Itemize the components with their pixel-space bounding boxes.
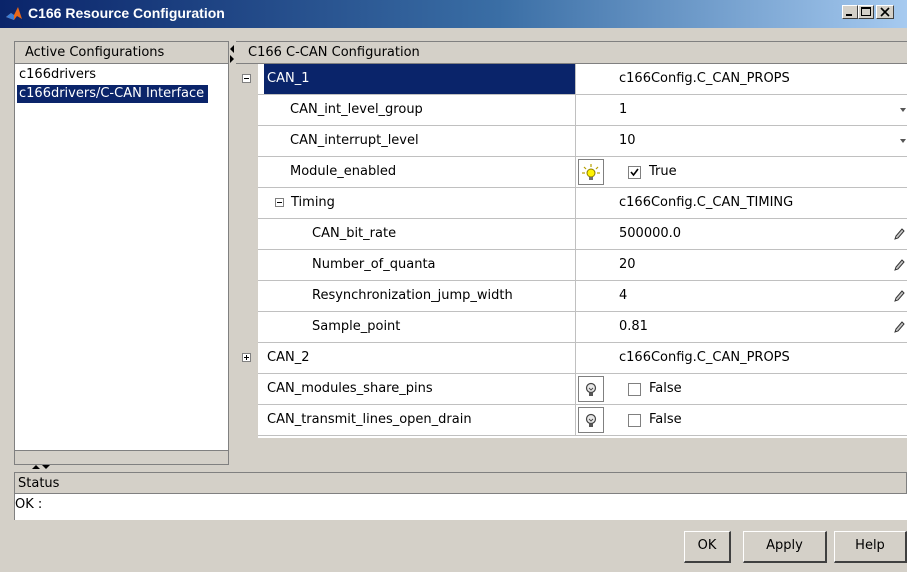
horizontal-splitter[interactable] — [14, 465, 907, 472]
config-item-c-can-interface[interactable]: c166drivers/C-CAN Interface — [17, 85, 209, 103]
config-item-c166drivers[interactable]: c166drivers — [17, 66, 100, 84]
matlab-logo-icon — [6, 7, 22, 20]
property-name: CAN_transmit_lines_open_drain — [267, 412, 472, 427]
title-bar[interactable]: C166 Resource Configuration — [0, 0, 907, 28]
property-name: Module_enabled — [290, 164, 397, 179]
config-item-label: c166drivers/C-CAN Interface — [19, 86, 205, 101]
property-name: Number_of_quanta — [312, 257, 436, 272]
property-row-can-1[interactable]: CAN_1 c166Config.C_CAN_PROPS — [242, 64, 907, 95]
checkmark-icon — [630, 168, 639, 177]
property-value: 1 — [619, 102, 628, 117]
property-value: c166Config.C_CAN_PROPS — [619, 71, 790, 86]
active-configurations-title: Active Configurations — [25, 45, 165, 60]
apply-button[interactable]: Apply — [743, 531, 827, 563]
property-grid: CAN_1 c166Config.C_CAN_PROPS CAN_int_lev… — [242, 64, 907, 438]
lightbulb-on-icon — [582, 164, 600, 180]
property-name: Timing — [291, 195, 335, 210]
maximize-icon — [861, 7, 871, 16]
grid-footer — [236, 438, 907, 465]
close-button[interactable] — [876, 5, 894, 19]
configuration-header: C166 C-CAN Configuration — [236, 42, 907, 64]
close-icon — [880, 7, 890, 17]
property-name: CAN_2 — [267, 350, 310, 365]
property-value: 20 — [619, 257, 636, 272]
collapse-can-1-icon[interactable] — [242, 74, 251, 83]
property-row-can-transmit-lines-open-drain[interactable]: CAN_transmit_lines_open_drain False — [258, 405, 907, 436]
lightbulb-off-icon — [585, 413, 597, 427]
collapse-timing-icon[interactable] — [275, 198, 284, 207]
status-text: OK : — [15, 497, 43, 512]
pencil-icon[interactable] — [893, 258, 905, 272]
property-row-can-modules-share-pins[interactable]: CAN_modules_share_pins False — [258, 374, 907, 405]
property-row-can-int-level-group[interactable]: CAN_int_level_group 1 — [258, 95, 907, 126]
property-row-sample-point[interactable]: Sample_point 0.81 — [258, 312, 907, 343]
property-row-can-bit-rate[interactable]: CAN_bit_rate 500000.0 — [258, 219, 907, 250]
property-name: CAN_interrupt_level — [290, 133, 419, 148]
dropdown-arrow-icon[interactable] — [900, 139, 906, 143]
can-modules-share-pins-checkbox[interactable] — [628, 383, 641, 396]
property-row-module-enabled[interactable]: Module_enabled True — [258, 157, 907, 188]
pencil-icon[interactable] — [893, 227, 905, 241]
property-row-can-interrupt-level[interactable]: CAN_interrupt_level 10 — [258, 126, 907, 157]
property-value: c166Config.C_CAN_TIMING — [619, 195, 794, 210]
status-title: Status — [18, 476, 60, 491]
status-area: OK : — [14, 494, 907, 520]
property-value: c166Config.C_CAN_PROPS — [619, 350, 790, 365]
active-configurations-header: Active Configurations — [15, 42, 228, 64]
property-name: CAN_1 — [267, 71, 310, 86]
configuration-title: C166 C-CAN Configuration — [248, 45, 420, 60]
property-value: False — [649, 412, 682, 427]
config-item-label: c166drivers — [19, 67, 96, 82]
configuration-panel: C166 C-CAN Configuration CAN_1 c166Confi… — [236, 41, 907, 465]
horizontal-scrollbar[interactable] — [15, 450, 228, 464]
property-name: Sample_point — [312, 319, 401, 334]
property-row-can-2[interactable]: CAN_2 c166Config.C_CAN_PROPS — [242, 343, 907, 374]
dropdown-arrow-icon[interactable] — [900, 108, 906, 112]
splitter-arrows-icon — [32, 465, 50, 469]
property-value: True — [649, 164, 677, 179]
module-enabled-checkbox[interactable] — [628, 166, 641, 179]
property-value: 0.81 — [619, 319, 648, 334]
ok-button[interactable]: OK — [684, 531, 731, 563]
minimize-icon — [846, 14, 852, 16]
maximize-button[interactable] — [858, 5, 874, 19]
expand-can-2-icon[interactable] — [242, 353, 251, 362]
can-transmit-lines-open-drain-checkbox[interactable] — [628, 414, 641, 427]
property-value: 10 — [619, 133, 636, 148]
property-row-number-of-quanta[interactable]: Number_of_quanta 20 — [258, 250, 907, 281]
property-name: CAN_modules_share_pins — [267, 381, 433, 396]
property-value: 500000.0 — [619, 226, 682, 241]
status-header: Status — [14, 472, 907, 494]
pencil-icon[interactable] — [893, 289, 905, 303]
splitter-arrows-icon — [230, 45, 234, 63]
property-name: CAN_int_level_group — [290, 102, 423, 117]
active-configurations-panel: Active Configurations c166drivers c166dr… — [14, 41, 229, 465]
pencil-icon[interactable] — [893, 320, 905, 334]
selection-highlight — [264, 64, 575, 94]
property-name: CAN_bit_rate — [312, 226, 397, 241]
help-button[interactable]: Help — [834, 531, 907, 563]
property-row-timing[interactable]: Timing c166Config.C_CAN_TIMING — [258, 188, 907, 219]
property-name: Resynchronization_jump_width — [312, 288, 513, 303]
property-value: 4 — [619, 288, 628, 303]
minimize-button[interactable] — [842, 5, 858, 19]
lightbulb-off-icon — [585, 382, 597, 396]
vertical-splitter[interactable] — [229, 41, 236, 465]
window-title: C166 Resource Configuration — [28, 5, 225, 21]
property-value: False — [649, 381, 682, 396]
property-row-resynchronization-jump-width[interactable]: Resynchronization_jump_width 4 — [258, 281, 907, 312]
